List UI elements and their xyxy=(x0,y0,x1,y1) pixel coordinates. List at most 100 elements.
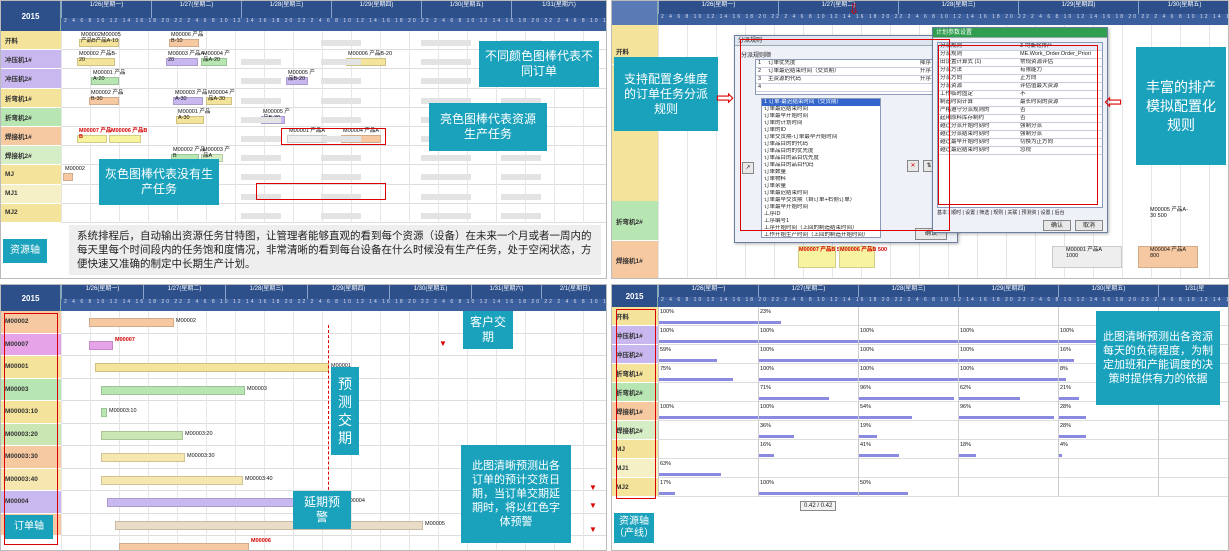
idle-bar xyxy=(321,40,361,46)
day-header: 1/30(星期五) xyxy=(421,1,511,18)
deadline-marker-icon: ▼ xyxy=(589,501,597,510)
resource-label[interactable]: 冲压机2# xyxy=(1,69,61,89)
day-header: 1/29(星期四) xyxy=(307,285,389,300)
day-header: 1/26(星期一) xyxy=(658,1,778,15)
task-label: M00002 xyxy=(65,166,85,173)
callout-bright: 亮色图棒代表资源生产任务 xyxy=(429,103,547,151)
ok-button[interactable]: 确认 xyxy=(1043,220,1071,231)
timeline-header: 2015 1/26(星期一) 1/27(星期二) 1/28(星期三) 1/29(… xyxy=(612,285,1228,307)
resource-label[interactable]: 冲压机1# xyxy=(1,50,61,70)
task-bar[interactable] xyxy=(63,173,73,182)
day-header: 1/26(星期一) xyxy=(61,285,143,300)
order-bar-label: M00006 xyxy=(251,538,271,544)
hour-ruler: 2 4 6 8 10 12 14 16 18 20 22 2 4 6 8 10 … xyxy=(658,14,1228,25)
idle-bar xyxy=(241,97,281,104)
resource-label[interactable]: 焊接机1# xyxy=(1,127,61,147)
task-label: M00006 产品B-10 xyxy=(171,32,204,44)
callout-delay: 延期预警 xyxy=(293,491,351,529)
axis-label: 资源轴 xyxy=(3,239,47,263)
task-label: M00006 产品B xyxy=(111,128,148,134)
order-bar[interactable] xyxy=(115,520,423,530)
order-bar[interactable] xyxy=(101,430,183,440)
task-label: M00005 产品A-30 500 xyxy=(1150,207,1188,219)
idle-bar xyxy=(321,212,361,219)
order-bar[interactable] xyxy=(95,363,329,372)
idle-bar xyxy=(421,78,471,85)
resource-label[interactable]: 折弯机1# xyxy=(1,88,61,108)
resource-label[interactable]: 焊接机2# xyxy=(1,146,61,166)
day-header: 1/30(星期五) xyxy=(1058,285,1158,298)
highlight-box xyxy=(740,39,950,231)
day-header: 1/31(星期六) xyxy=(511,1,606,18)
day-header: 1/29(星期四) xyxy=(958,285,1058,298)
idle-bar xyxy=(421,174,471,181)
task-label: M00004 产品A-20 xyxy=(203,51,230,64)
order-bar-label: M00007 xyxy=(115,336,135,343)
order-bar[interactable] xyxy=(89,340,113,350)
idle-bar xyxy=(321,97,361,104)
year-cell xyxy=(612,1,658,25)
order-bar[interactable] xyxy=(89,318,174,327)
callout-load-desc: 此图清晰预测出各资源每天的负荷程度，为制定加班和产能调度的决策时提供有力的依据 xyxy=(1096,311,1220,405)
order-bar-label: M00002 xyxy=(176,318,196,324)
order-bar-label: M00003:10 xyxy=(109,408,137,414)
order-bar-label: M00005 xyxy=(425,520,445,527)
idle-bar xyxy=(321,155,361,162)
resource-label[interactable]: MJ xyxy=(1,165,61,185)
idle-bar xyxy=(501,155,541,162)
task-label: M00005 产品B-20 xyxy=(288,70,315,83)
order-bar-label: M00003:40 xyxy=(245,475,273,482)
task-label: M00001 产品A-30 xyxy=(178,108,211,121)
idle-bar xyxy=(421,59,471,66)
zoom-indicator[interactable]: 0.42 / 0.42 xyxy=(800,501,837,511)
callout-dispatch: 支持配置多维度的订单任务分派规则 xyxy=(614,57,718,131)
year-cell: 2015 xyxy=(1,1,61,31)
arrow-right-icon: ⇨ xyxy=(716,85,735,110)
day-header: 1/28(星期三) xyxy=(225,285,307,300)
load-chart-panel: 2015 1/26(星期一) 1/27(星期二) 1/28(星期三) 1/29(… xyxy=(611,284,1229,551)
cancel-button[interactable]: 取消 xyxy=(1075,220,1103,231)
resource-gantt-panel: 2015 1/26(星期一) 1/27(星期二) 1/28(星期三) 1/29(… xyxy=(0,0,607,279)
hour-ruler: 2 4 6 8 10 12 14 16 18 20 22 2 4 6 8 10 … xyxy=(61,299,606,311)
callout-customer-date: 客户交期 xyxy=(463,311,513,349)
hour-ruler: 2 4 6 8 10 12 14 16 18 20 22 2 4 6 8 10 … xyxy=(658,297,1228,307)
idle-bar xyxy=(321,174,361,181)
resource-label[interactable]: 折弯机2# xyxy=(1,107,61,127)
day-header: 1/30(星期五) xyxy=(1138,1,1228,15)
idle-bar xyxy=(421,40,471,46)
param-tabs[interactable]: 基本 | 顺时 | 设置 | 筛选 | 规则 | 关联 | 预测资 | 设置 |… xyxy=(937,209,1105,216)
highlight-box xyxy=(4,313,58,545)
idle-bar xyxy=(321,59,361,66)
task-label: M00002 产品B-20 xyxy=(79,51,117,64)
axis-label: 订单轴 xyxy=(5,515,53,539)
highlight-box xyxy=(281,128,386,145)
rules-config-panel: 1/26(星期一) 1/27(星期二) 1/28(星期三) 1/29(星期四) … xyxy=(611,0,1229,279)
task-bar[interactable] xyxy=(109,135,141,143)
idle-bar xyxy=(241,78,281,85)
resource-label[interactable]: 开料 xyxy=(1,31,61,51)
day-header: 1/28(星期三) xyxy=(858,285,958,298)
callout-simulation: 丰富的排产模拟配置化规则 xyxy=(1136,47,1226,165)
day-header: 1/29(星期四) xyxy=(331,1,421,18)
deadline-marker-icon: ▼ xyxy=(589,525,597,534)
day-header: 1/27(星期二) xyxy=(151,1,241,18)
task-label: M00001 产品A-20 xyxy=(93,70,126,83)
day-header: 1/27(星期二) xyxy=(758,285,858,298)
resource-label[interactable]: MJ2 xyxy=(1,203,61,223)
order-bar[interactable] xyxy=(101,475,243,485)
callout-order-desc: 此图清晰预测出各订单的预计交货日期，当订单交期延期时，将以红色字体预警 xyxy=(461,445,571,543)
order-bar[interactable] xyxy=(119,543,249,550)
arrow-down-icon: ⇩ xyxy=(848,1,860,17)
idle-bar xyxy=(321,116,361,123)
rule-field-item[interactable]: 工作开始生产时间（上回的制造开始时间） xyxy=(762,232,880,237)
order-bar[interactable] xyxy=(101,408,107,417)
idle-bar xyxy=(241,155,281,162)
idle-bar xyxy=(501,174,541,181)
task-label: M00003 产品A xyxy=(203,147,230,160)
day-header: 1/28(星期三) xyxy=(241,1,331,18)
callout-colors: 不同颜色图棒代表不同订单 xyxy=(479,41,599,87)
resource-label[interactable]: MJ1 xyxy=(1,184,61,204)
timeline-header: 2015 1/26(星期一) 1/27(星期二) 1/28(星期三) 1/29(… xyxy=(1,285,606,311)
order-bar[interactable] xyxy=(101,453,185,462)
order-bar[interactable] xyxy=(101,385,245,395)
